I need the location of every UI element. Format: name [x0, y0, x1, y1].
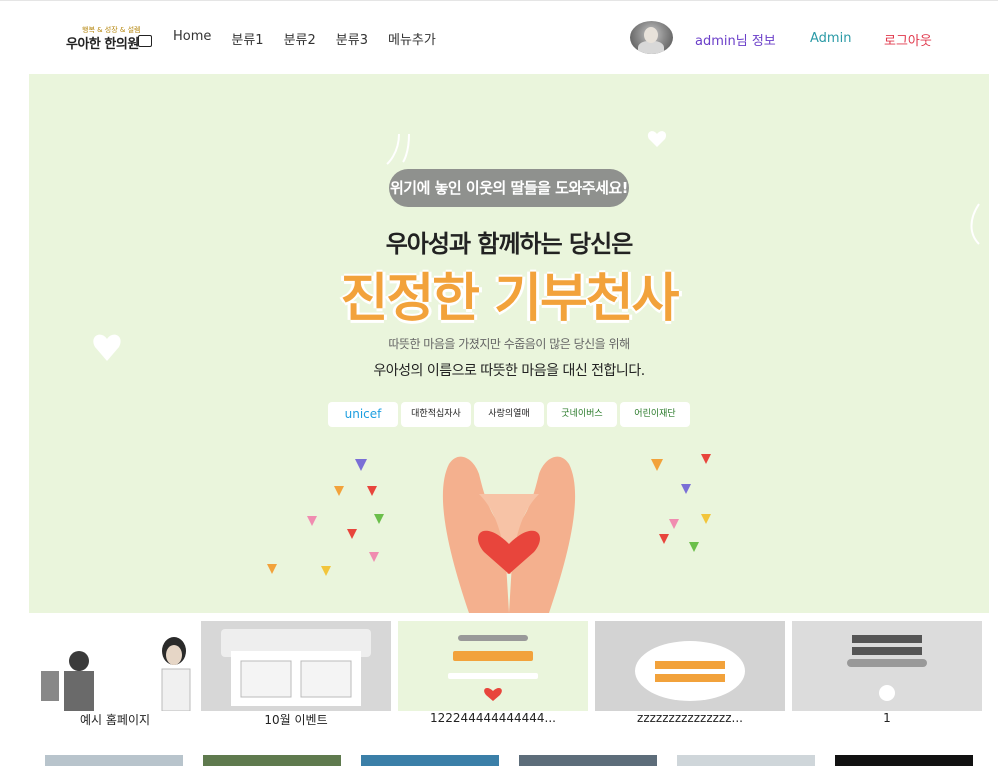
thumbnail-image[interactable]	[835, 755, 973, 766]
banner-headline: 우아성과 함께하는 당신은	[385, 230, 634, 258]
thumbnail-caption[interactable]: 122244444444444...	[398, 711, 588, 725]
thumbnail-caption[interactable]: 10월 이벤트	[201, 711, 391, 728]
thumbnail-image[interactable]	[398, 621, 588, 711]
admin-link[interactable]: Admin	[810, 31, 851, 46]
logo-unicef: unicef	[328, 402, 398, 427]
logout-link[interactable]: 로그아웃	[884, 30, 932, 49]
nav-home[interactable]: Home	[173, 29, 211, 48]
nav-category-2[interactable]: 분류2	[284, 29, 316, 48]
nav-category-3[interactable]: 분류3	[336, 29, 368, 48]
banner-subtext-1: 따뜻한 마음을 가졌지만 수줍음이 많은 당신을 위해	[388, 337, 630, 351]
thumbnail-image[interactable]	[677, 755, 815, 766]
logo-red-cross: 대한적십자사	[401, 402, 471, 427]
thumbnail-caption[interactable]: zzzzzzzzzzzzzzz...	[595, 711, 785, 725]
nav-category-1[interactable]: 분류1	[231, 29, 263, 48]
nav-add-menu[interactable]: 메뉴추가	[388, 29, 436, 48]
thumbnail-image[interactable]	[595, 621, 785, 711]
site-header: 행복 & 성장 & 설렘 우아한 한의원 Home 분류1 분류2 분류3 메뉴…	[0, 0, 998, 74]
user-avatar[interactable]	[630, 21, 673, 54]
logo-text: 우아한 한의원	[66, 37, 139, 52]
thumbnail-image[interactable]	[519, 755, 657, 766]
main-nav: Home 분류1 분류2 분류3 메뉴추가	[173, 29, 456, 48]
thumbnail-image[interactable]	[29, 621, 219, 711]
banner-subtext-2: 우아성의 이름으로 따뜻한 마음을 대신 전합니다.	[373, 363, 645, 379]
thumbnail-caption[interactable]: 예시 홈페이지	[29, 711, 201, 728]
thumbnail-image[interactable]	[201, 621, 391, 711]
site-logo[interactable]: 행복 & 성장 & 설렘 우아한 한의원	[66, 25, 152, 52]
banner-title: 진정한 기부천사	[340, 269, 680, 329]
logo-love-fruit: 사랑의열매	[474, 402, 544, 427]
thumbnail-image[interactable]	[203, 755, 341, 766]
banner-pill: 위기에 놓인 이웃의 딸들을 도와주세요!	[389, 169, 629, 207]
thumbnail-image[interactable]	[45, 755, 183, 766]
user-info-link[interactable]: admin님 정보	[695, 30, 776, 49]
logo-good-neighbors: 굿네이버스	[547, 402, 617, 427]
thumbnail-image[interactable]	[792, 621, 982, 711]
hero-banner[interactable]: 위기에 놓인 이웃의 딸들을 도와주세요! 우아성과 함께하는 당신은 진정한 …	[29, 74, 989, 613]
logo-badge	[138, 35, 152, 47]
logo-childfund: 어린이재단	[620, 402, 690, 427]
partner-logos: unicef 대한적십자사 사랑의열매 굿네이버스 어린이재단	[328, 402, 690, 427]
thumbnail-caption[interactable]: 1	[792, 711, 982, 725]
thumbnail-image[interactable]	[361, 755, 499, 766]
